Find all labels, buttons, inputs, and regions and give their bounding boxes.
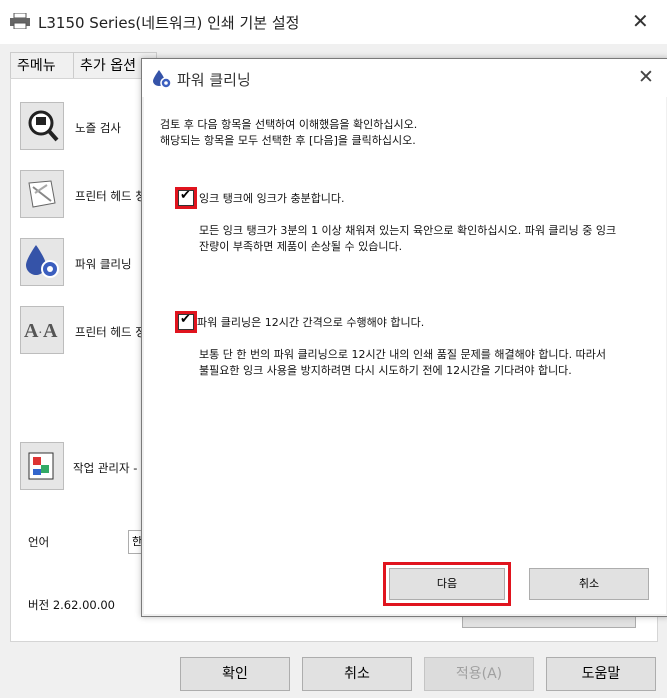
head-alignment-icon: A · A bbox=[24, 320, 58, 342]
interval-checkbox[interactable]: ✔ bbox=[178, 312, 194, 330]
next-button[interactable]: 다음 bbox=[389, 568, 505, 600]
help-button[interactable]: 도움말 bbox=[546, 657, 656, 691]
interval-label: 파워 클리닝은 12시간 간격으로 수행해야 합니다. bbox=[197, 316, 425, 329]
window-close-icon[interactable]: ✕ bbox=[632, 9, 649, 33]
intro-line-2: 해당되는 항목을 모두 선택한 후 [다음]을 클릭하십시오. bbox=[160, 134, 416, 147]
nozzle-check-icon bbox=[28, 110, 59, 142]
check-icon: ✔ bbox=[180, 188, 191, 203]
ink-sufficient-checkbox[interactable]: ✔ bbox=[178, 188, 194, 206]
printer-icon bbox=[10, 13, 30, 29]
intro-line-1: 검토 후 다음 항목을 선택하여 이해했음을 확인하십시오. bbox=[160, 118, 418, 131]
tab-main-menu[interactable]: 주메뉴 bbox=[10, 52, 74, 79]
language-label: 언어 bbox=[28, 535, 50, 549]
ok-button[interactable]: 확인 bbox=[180, 657, 290, 691]
dialog-cancel-button[interactable]: 취소 bbox=[529, 568, 649, 600]
head-cleaning-icon bbox=[28, 180, 56, 208]
head-cleaning-label: 프린터 헤드 청 bbox=[75, 189, 146, 203]
interval-desc-1: 보통 단 한 번의 파워 클리닝으로 12시간 내의 인쇄 품질 문제를 해결해… bbox=[199, 348, 607, 361]
job-manager-button[interactable] bbox=[20, 442, 64, 490]
window-title: L3150 Series(네트워크) 인쇄 기본 설정 bbox=[38, 14, 300, 32]
ink-sufficient-label: 잉크 탱크에 잉크가 충분합니다. bbox=[199, 192, 345, 205]
window-titlebar: L3150 Series(네트워크) 인쇄 기본 설정 ✕ bbox=[0, 0, 667, 44]
head-alignment-button[interactable]: A · A bbox=[20, 306, 64, 354]
power-cleaning-button[interactable] bbox=[20, 238, 64, 286]
job-manager-icon bbox=[28, 452, 54, 480]
head-alignment-label: 프린터 헤드 정 bbox=[75, 325, 146, 339]
version-label: 버전 2.62.00.00 bbox=[28, 598, 115, 612]
dialog-body: 검토 후 다음 항목을 선택하여 이해했음을 확인하십시오. 해당되는 항목을 … bbox=[144, 97, 666, 614]
nozzle-check-button[interactable] bbox=[20, 102, 64, 150]
power-cleaning-dialog: 파워 클리닝 ✕ 검토 후 다음 항목을 선택하여 이해했음을 확인하십시오. … bbox=[141, 58, 667, 617]
cancel-button[interactable]: 취소 bbox=[302, 657, 412, 691]
check-icon: ✔ bbox=[180, 312, 191, 327]
svg-text:·: · bbox=[38, 326, 43, 341]
power-cleaning-icon bbox=[26, 245, 59, 278]
ink-sufficient-desc-2: 잔량이 부족하면 제품이 손상될 수 있습니다. bbox=[199, 240, 403, 253]
dialog-close-icon[interactable]: ✕ bbox=[638, 66, 654, 88]
power-cleaning-icon bbox=[153, 70, 172, 89]
svg-text:A: A bbox=[43, 320, 58, 342]
job-manager-label: 작업 관리자 - bbox=[73, 461, 138, 475]
ink-sufficient-desc-1: 모든 잉크 탱크가 3분의 1 이상 채워져 있는지 육안으로 확인하십시오. … bbox=[199, 224, 617, 237]
nozzle-check-label: 노즐 검사 bbox=[75, 121, 121, 135]
power-cleaning-label: 파워 클리닝 bbox=[75, 257, 132, 271]
apply-button[interactable]: 적용(A) bbox=[424, 657, 534, 691]
svg-text:A: A bbox=[24, 320, 39, 342]
dialog-title: 파워 클리닝 bbox=[177, 71, 251, 89]
interval-desc-2: 불필요한 잉크 사용을 방지하려면 다시 시도하기 전에 12시간을 기다려야 … bbox=[199, 364, 572, 377]
dialog-titlebar: 파워 클리닝 ✕ bbox=[142, 59, 667, 97]
head-cleaning-button[interactable] bbox=[20, 170, 64, 218]
